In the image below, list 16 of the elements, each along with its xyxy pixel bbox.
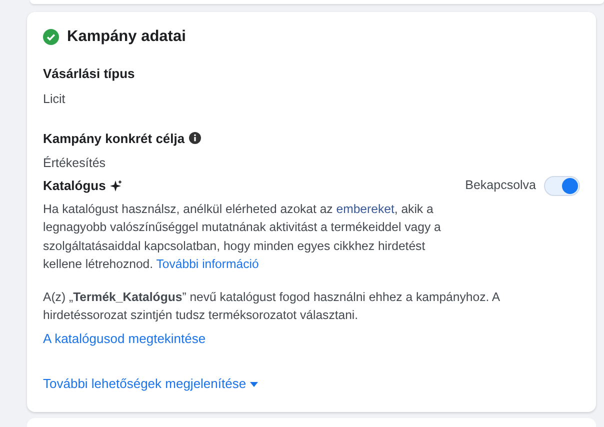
view-catalog-link[interactable]: A katalógusod megtekintése (43, 328, 206, 348)
caret-down-icon (250, 382, 258, 386)
show-more-link[interactable]: További lehetőségek megjelenítése (43, 374, 258, 394)
learn-more-link[interactable]: További információ (156, 257, 259, 272)
catalog-label: Katalógus (43, 177, 106, 195)
sparkle-icon (110, 180, 122, 192)
catalog-note: A(z) „Termék_Katalógus” nevű katalógust fogod használni ehhez a kampányhoz. A hirdetéssorozat szintjén tudsz terméksorozatot választani. (43, 288, 501, 324)
catalog-description: Ha katalógust használsz, anélkül elérheted azokat az embereket, akik a legnagyobb valószínűséggel mutatnának aktivitást a termékeiddel vagy a szolgáltatásaiddal kapcsolatban, hogy minden egyes cikkhez hirdetést kellene létrehoznod. További információ (43, 200, 442, 274)
field-value: Értékesítés (43, 155, 107, 172)
card-title: Kampány adatai (67, 27, 186, 47)
people-link[interactable]: embereket (336, 202, 394, 216)
toggle-switch[interactable] (544, 176, 580, 196)
field-label: Kampány konkrét célja (43, 130, 185, 148)
toggle-label: Bekapcsolva (465, 177, 536, 194)
field-label: Vásárlási típus (43, 65, 135, 84)
field-value: Licit (43, 90, 66, 108)
